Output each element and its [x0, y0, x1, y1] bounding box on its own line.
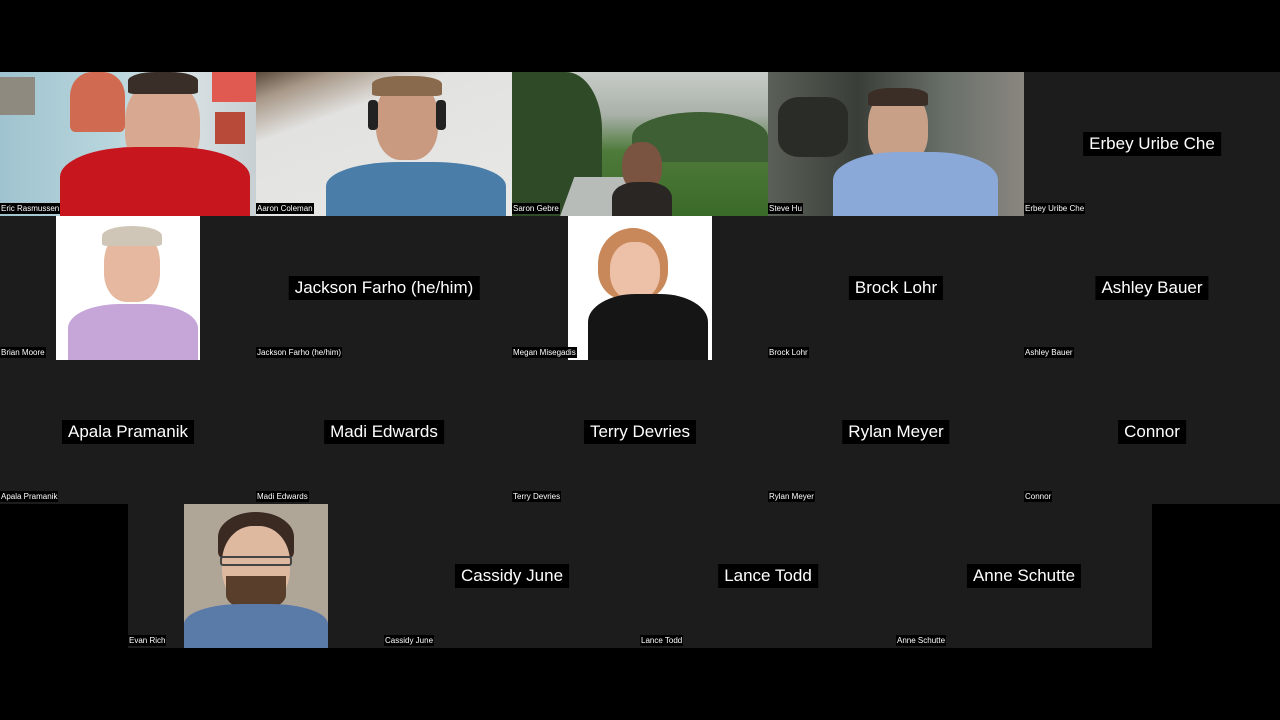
participant-name-label: Aaron Coleman	[256, 203, 314, 214]
participant-display-name: Erbey Uribe Che	[1083, 132, 1221, 156]
participant-name-label: Connor	[1024, 491, 1053, 502]
profile-photo	[184, 504, 328, 648]
participant-name-label: Brian Moore	[0, 347, 46, 358]
participant-display-name: Anne Schutte	[966, 564, 1082, 588]
participant-display-name: Cassidy June	[454, 564, 570, 588]
video-feed	[256, 72, 512, 216]
participant-display-name: Connor	[1118, 420, 1186, 444]
participant-name-label: Eric Rasmussen	[0, 203, 61, 214]
participant-display-name: Ashley Bauer	[1095, 276, 1209, 300]
participant-tile-cassidy-june[interactable]: Cassidy June Cassidy June	[384, 504, 640, 648]
participant-name-label: Madi Edwards	[256, 491, 309, 502]
participant-display-name: Apala Pramanik	[61, 420, 195, 444]
participant-display-name: Madi Edwards	[324, 420, 444, 444]
participant-display-name: Jackson Farho (he/him)	[288, 276, 480, 300]
participant-tile-anne-schutte[interactable]: Anne Schutte Anne Schutte	[896, 504, 1152, 648]
participant-tile-megan-misegadis[interactable]: Megan Misegadis	[512, 216, 768, 360]
participant-tile-connor[interactable]: Connor Connor	[1024, 360, 1280, 504]
profile-photo	[56, 216, 200, 360]
participant-tile-ashley-bauer[interactable]: Ashley Bauer Ashley Bauer	[1024, 216, 1280, 360]
participant-name-label: Lance Todd	[640, 635, 684, 646]
video-feed	[768, 72, 1024, 216]
participant-tile-rylan-meyer[interactable]: Rylan Meyer Rylan Meyer	[768, 360, 1024, 504]
participant-tile-evan-rich[interactable]: Evan Rich	[128, 504, 384, 648]
participant-display-name: Rylan Meyer	[842, 420, 950, 444]
participant-name-label: Ashley Bauer	[1024, 347, 1074, 358]
participant-name-label: Terry Devries	[512, 491, 562, 502]
participant-name-label: Rylan Meyer	[768, 491, 815, 502]
profile-photo	[568, 216, 712, 360]
participant-display-name: Terry Devries	[583, 420, 697, 444]
participant-name-label: Brock Lohr	[768, 347, 809, 358]
participant-name-label: Evan Rich	[128, 635, 167, 646]
participant-tile-brian-moore[interactable]: Brian Moore	[0, 216, 256, 360]
participant-name-label: Anne Schutte	[896, 635, 947, 646]
participant-name-label: Jackson Farho (he/him)	[256, 347, 343, 358]
participant-tile-terry-devries[interactable]: Terry Devries Terry Devries	[512, 360, 768, 504]
participant-tile-brock-lohr[interactable]: Brock Lohr Brock Lohr	[768, 216, 1024, 360]
participant-name-label: Steve Hu	[768, 203, 803, 214]
participant-name-label: Cassidy June	[384, 635, 435, 646]
participant-name-label: Apala Pramanik	[0, 491, 59, 502]
participant-tile-madi-edwards[interactable]: Madi Edwards Madi Edwards	[256, 360, 512, 504]
participant-tile-erbey-uribe-che[interactable]: Erbey Uribe Che Erbey Uribe Che	[1024, 72, 1280, 216]
participant-display-name: Lance Todd	[718, 564, 818, 588]
participant-tile-jackson-farho[interactable]: Jackson Farho (he/him) Jackson Farho (he…	[256, 216, 512, 360]
participant-tile-steve-hu[interactable]: Steve Hu	[768, 72, 1024, 216]
participant-tile-apala-pramanik[interactable]: Apala Pramanik Apala Pramanik	[0, 360, 256, 504]
participant-display-name: Brock Lohr	[848, 276, 944, 300]
video-feed	[0, 72, 256, 216]
participant-tile-saron-gebre[interactable]: Saron Gebre	[512, 72, 768, 216]
participant-tile-eric-rasmussen[interactable]: Eric Rasmussen	[0, 72, 256, 216]
participant-tile-lance-todd[interactable]: Lance Todd Lance Todd	[640, 504, 896, 648]
participant-name-label: Erbey Uribe Che	[1024, 203, 1086, 214]
participant-name-label: Saron Gebre	[512, 203, 560, 214]
video-feed	[512, 72, 768, 216]
participant-tile-aaron-coleman[interactable]: Aaron Coleman	[256, 72, 512, 216]
participant-name-label: Megan Misegadis	[512, 347, 577, 358]
